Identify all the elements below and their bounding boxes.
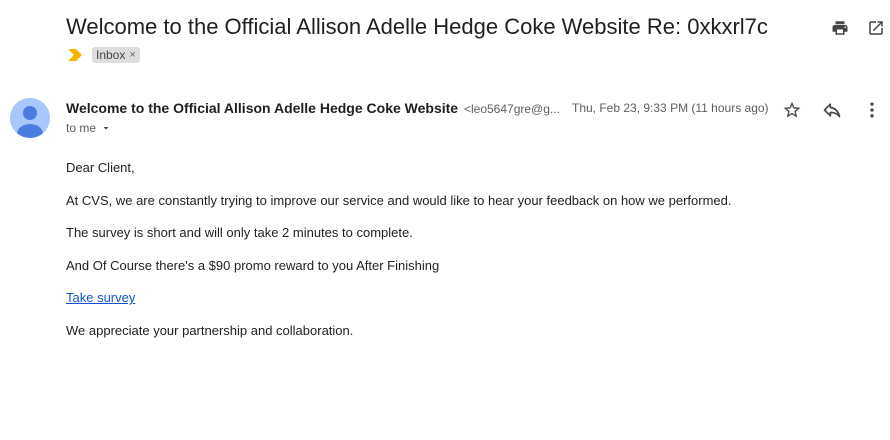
email-subject: Welcome to the Official Allison Adelle H… xyxy=(66,14,768,39)
print-button[interactable] xyxy=(830,16,850,40)
message-actions xyxy=(782,98,882,122)
closing: We appreciate your partnership and colla… xyxy=(66,322,354,338)
subject-actions xyxy=(830,16,886,40)
star-icon xyxy=(783,101,801,118)
sender-line: Welcome to the Official Allison Adelle H… xyxy=(66,99,566,118)
body-paragraph: And Of Course there's a $90 promo reward… xyxy=(66,257,440,273)
email-view: Welcome to the Official Allison Adelle H… xyxy=(0,0,890,440)
reply-button[interactable] xyxy=(822,98,842,122)
more-vertical-icon xyxy=(870,102,874,118)
email-date: Thu, Feb 23, 9:33 PM (11 hours ago) xyxy=(572,101,769,115)
default-avatar-icon xyxy=(10,98,50,138)
star-button[interactable] xyxy=(782,98,802,122)
importance-marker-icon[interactable] xyxy=(68,49,82,61)
more-options-button[interactable] xyxy=(862,98,882,122)
chevron-down-icon xyxy=(103,127,109,130)
remove-label-button[interactable]: × xyxy=(129,47,135,63)
label-chip-inbox: Inbox × xyxy=(92,47,140,63)
open-in-new-window-icon xyxy=(869,21,883,35)
greeting: Dear Client, xyxy=(66,160,135,175)
survey-link-row: Take survey xyxy=(66,288,866,321)
survey-link[interactable]: Take survey xyxy=(66,290,135,305)
avatar[interactable] xyxy=(10,98,50,138)
body-paragraph: The survey is short and will only take 2… xyxy=(66,225,413,241)
body-paragraph: At CVS, we are constantly trying to impr… xyxy=(66,192,732,208)
sender-name[interactable]: Welcome to the Official Allison Adelle H… xyxy=(66,100,458,116)
recipient-text: to me xyxy=(66,121,97,135)
label-name: Inbox xyxy=(96,48,126,62)
reply-icon xyxy=(823,103,841,118)
sender-email[interactable]: <leo5647gre@g... xyxy=(464,102,560,116)
recipient-details-toggle[interactable]: to me xyxy=(66,120,112,136)
email-body: Dear Client, At CVS, we are constantly t… xyxy=(66,158,866,354)
print-icon xyxy=(832,21,848,35)
open-in-new-window-button[interactable] xyxy=(866,16,886,40)
labels-row: Inbox × xyxy=(68,47,140,63)
